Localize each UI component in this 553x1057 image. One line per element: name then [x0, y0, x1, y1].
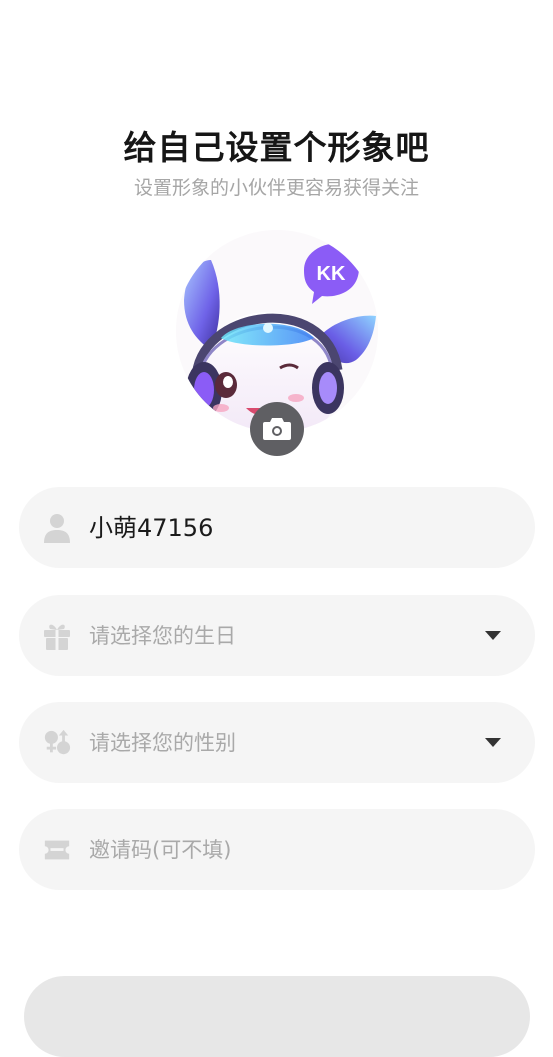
camera-icon — [263, 418, 291, 440]
page-subtitle: 设置形象的小伙伴更容易获得关注 — [133, 177, 419, 199]
chevron-down-icon — [485, 738, 501, 747]
submit-button[interactable] — [24, 976, 530, 1057]
change-avatar-button[interactable] — [250, 402, 304, 456]
invite-code-placeholder[interactable]: 邀请码(可不填) — [89, 836, 503, 864]
birthday-select[interactable]: 请选择您的生日 — [19, 595, 535, 676]
nickname-field[interactable]: 小萌47156 — [19, 487, 535, 568]
kk-badge-text: KK — [317, 263, 346, 285]
gender-placeholder: 请选择您的性别 — [89, 730, 236, 755]
chevron-down-icon — [485, 631, 501, 640]
ticket-icon — [43, 834, 71, 866]
birthday-placeholder: 请选择您的生日 — [89, 623, 236, 648]
gift-icon — [43, 620, 71, 652]
invite-code-field[interactable]: 邀请码(可不填) — [19, 809, 535, 890]
profile-setup-page: 给自己设置个形象吧 设置形象的小伙伴更容易获得关注 KK 小萌47156 请选择… — [0, 0, 553, 1057]
gender-icon — [43, 727, 71, 759]
nickname-value[interactable]: 小萌47156 — [89, 514, 503, 542]
gender-select[interactable]: 请选择您的性别 — [19, 702, 535, 783]
user-icon — [43, 512, 71, 544]
page-title: 给自己设置个形象吧 — [123, 128, 430, 167]
